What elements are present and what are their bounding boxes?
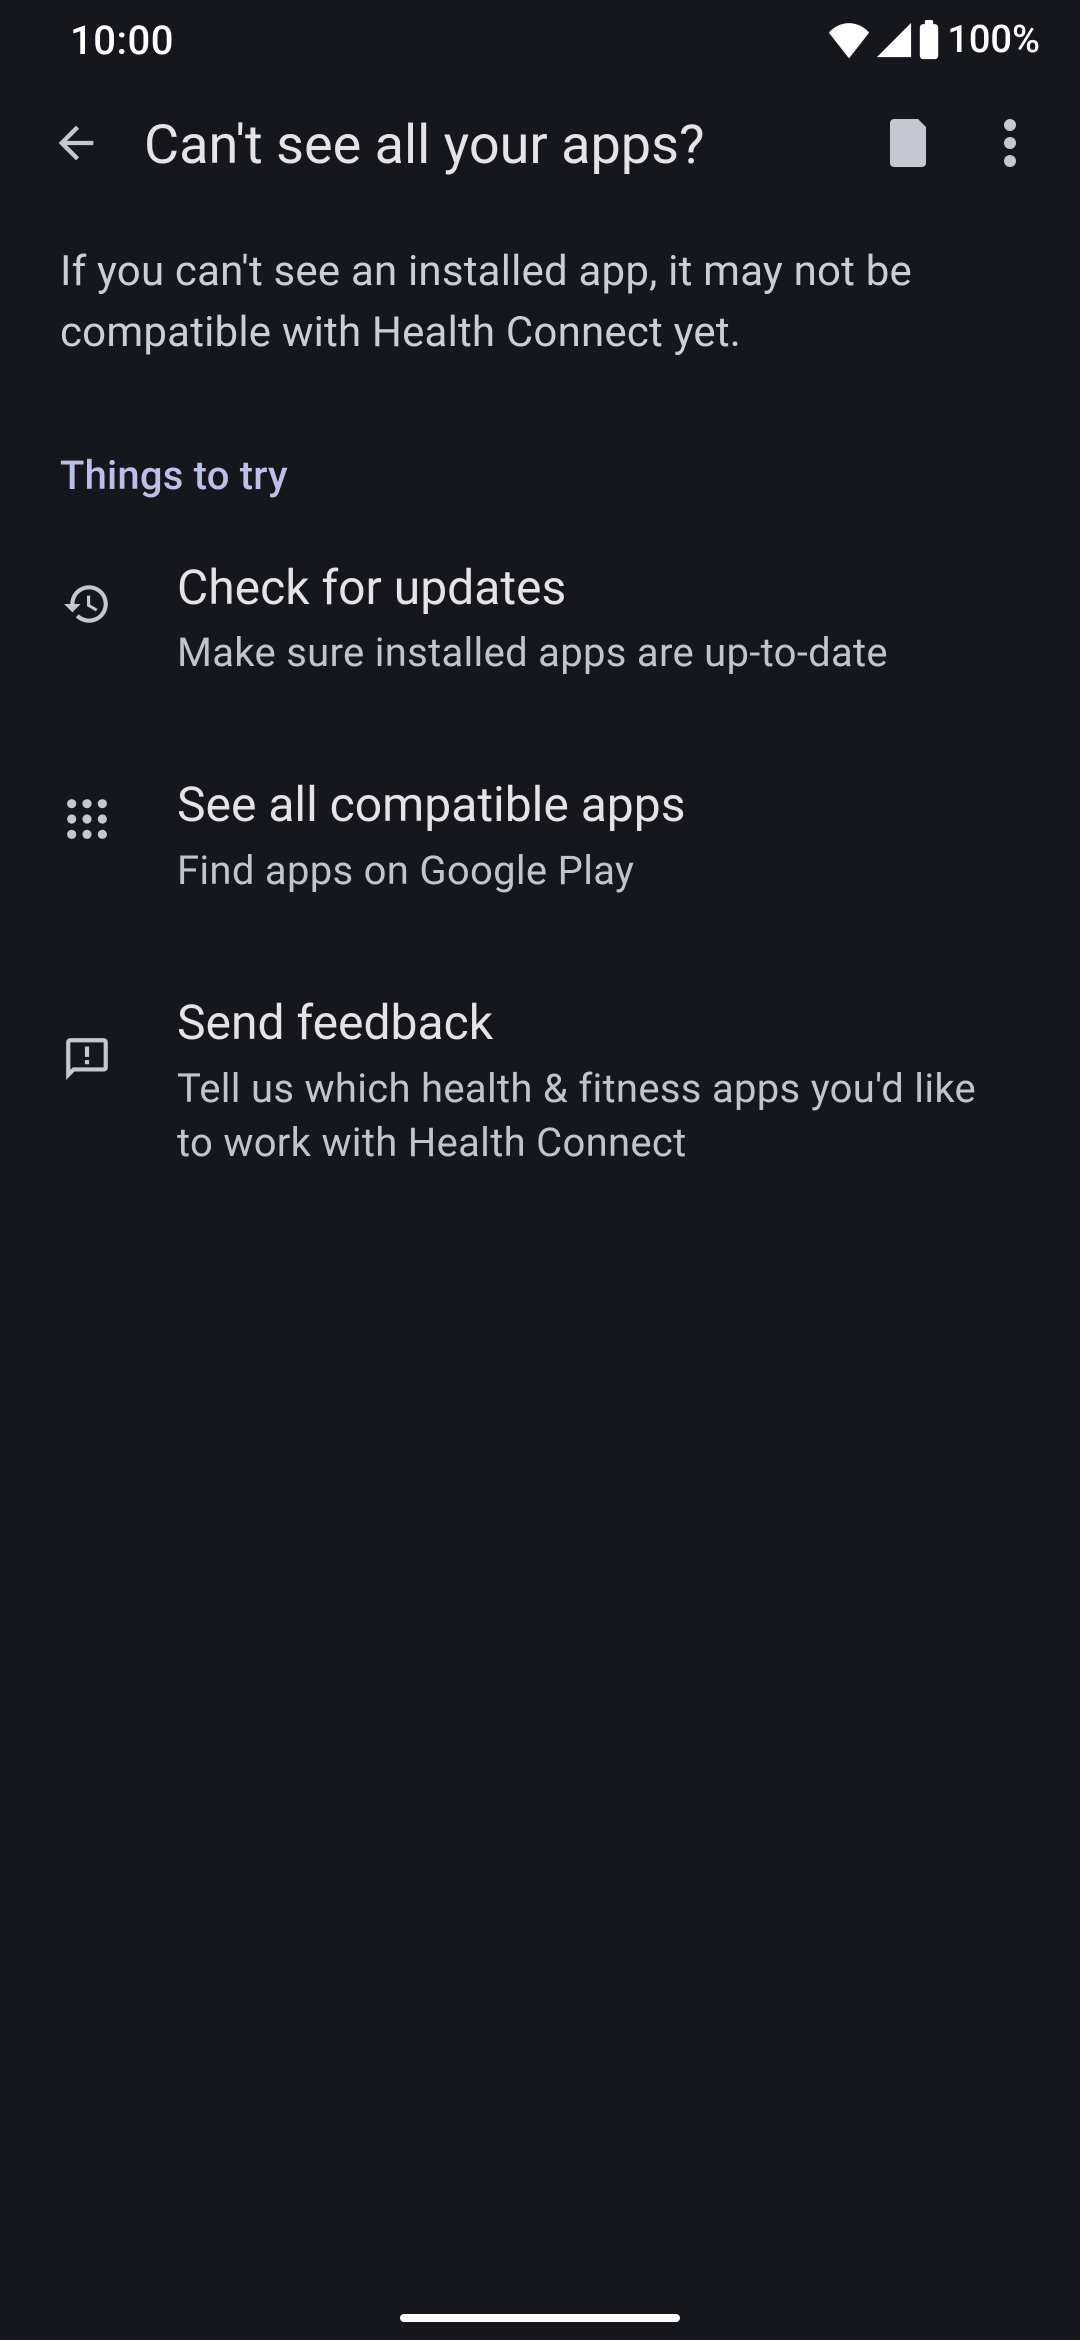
status-icons: 100%	[827, 18, 1040, 62]
history-icon	[62, 579, 112, 633]
page-title: Can't see all your apps?	[144, 114, 872, 177]
more-vert-icon	[1004, 119, 1016, 171]
list-item-check-updates[interactable]: Check for updates Make sure installed ap…	[0, 511, 1080, 729]
list-item-subtitle: Find apps on Google Play	[177, 844, 1020, 898]
list-item-send-feedback[interactable]: Send feedback Tell us which health & fit…	[0, 946, 1080, 1218]
list-item-title: See all compatible apps	[177, 776, 1020, 834]
status-time: 10:00	[70, 17, 174, 64]
find-in-page-icon	[884, 115, 932, 175]
list-item-compatible-apps[interactable]: See all compatible apps Find apps on Goo…	[0, 728, 1080, 946]
arrow-back-icon	[50, 117, 102, 173]
find-in-page-button[interactable]	[872, 109, 944, 181]
battery-percentage: 100%	[947, 18, 1040, 62]
back-button[interactable]	[28, 97, 124, 193]
apps-grid-icon	[64, 796, 110, 846]
cellular-icon	[875, 21, 913, 59]
list-item-subtitle: Tell us which health & fitness apps you'…	[177, 1062, 1020, 1170]
page-description: If you can't see an installed app, it ma…	[0, 210, 1080, 374]
feedback-icon	[62, 1034, 112, 1088]
list-item-title: Send feedback	[177, 994, 1020, 1052]
more-options-button[interactable]	[974, 109, 1046, 181]
list-item-title: Check for updates	[177, 559, 1020, 617]
status-bar: 10:00 100%	[0, 0, 1080, 80]
wifi-icon	[827, 21, 871, 59]
app-bar: Can't see all your apps?	[0, 80, 1080, 210]
battery-icon	[917, 20, 941, 60]
section-header: Things to try	[0, 374, 1080, 511]
list-item-subtitle: Make sure installed apps are up-to-date	[177, 626, 1020, 680]
gesture-nav-bar[interactable]	[400, 2314, 680, 2322]
